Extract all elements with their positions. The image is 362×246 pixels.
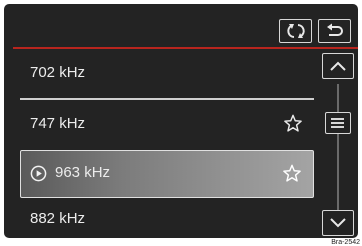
scroll-up-button[interactable] xyxy=(322,53,354,79)
scroll-thumb-lines xyxy=(331,118,344,130)
station-label: 882 kHz xyxy=(30,210,86,227)
star-outline-icon[interactable] xyxy=(283,164,301,182)
star-outline-icon[interactable] xyxy=(284,114,302,132)
station-item[interactable]: 747 kHz xyxy=(20,101,314,149)
station-item[interactable]: 702 kHz xyxy=(20,50,314,98)
header-divider xyxy=(13,47,358,49)
scroll-track[interactable] xyxy=(337,84,339,210)
scroll-thumb[interactable] xyxy=(325,112,351,134)
station-label: 963 kHz xyxy=(55,164,111,181)
scroll-down-button[interactable] xyxy=(322,210,354,236)
list-divider xyxy=(20,98,314,100)
refresh-icon xyxy=(286,24,305,38)
station-list: 702 kHz 747 kHz 963 kHz 882 kHz xyxy=(4,50,322,238)
station-item[interactable]: 882 kHz xyxy=(20,196,314,238)
station-label: 702 kHz xyxy=(30,64,86,81)
figure-code: Bra-2542 xyxy=(331,239,360,246)
station-label: 747 kHz xyxy=(30,115,86,132)
back-icon xyxy=(326,23,343,36)
top-bar xyxy=(4,4,358,50)
play-circle-icon xyxy=(30,165,47,182)
chevron-down-icon xyxy=(330,218,346,228)
station-item-selected[interactable]: 963 kHz xyxy=(20,150,314,198)
radio-screen: 702 kHz 747 kHz 963 kHz 882 kHz xyxy=(4,4,358,238)
back-button[interactable] xyxy=(318,19,351,43)
refresh-button[interactable] xyxy=(279,19,312,43)
chevron-up-icon xyxy=(330,61,346,71)
